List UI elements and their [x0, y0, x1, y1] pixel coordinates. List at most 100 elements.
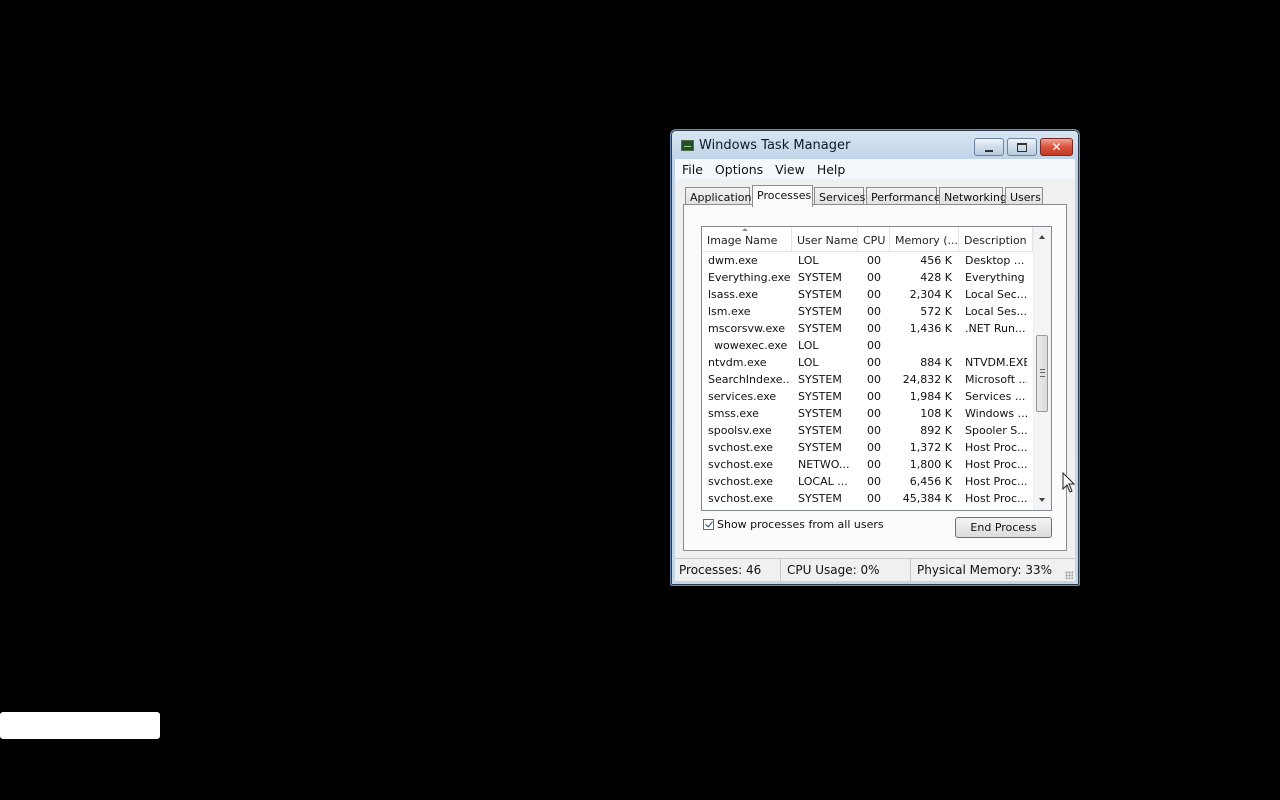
- process-user-name: SYSTEM: [798, 424, 842, 437]
- grip-icon: [1040, 369, 1045, 377]
- process-memory: 456 K: [920, 254, 952, 267]
- tab-performance[interactable]: Performance: [866, 187, 941, 205]
- process-cpu: 00: [867, 407, 881, 420]
- column-image-name[interactable]: Image Name: [702, 227, 792, 251]
- process-row[interactable]: svchost.exe SYSTEM 00 1,372 K Host Proc...: [702, 439, 1034, 456]
- process-cpu: 00: [867, 390, 881, 403]
- process-image-name: svchost.exe: [708, 458, 774, 471]
- process-row[interactable]: svchost.exe SYSTEM 00 45,384 K Host Proc...: [702, 490, 1034, 507]
- process-memory: 572 K: [920, 305, 952, 318]
- process-row[interactable]: smss.exe SYSTEM 00 108 K Windows ...: [702, 405, 1034, 422]
- minimize-icon: [985, 148, 993, 152]
- show-all-users-checkbox[interactable]: [703, 519, 714, 530]
- process-cpu: 00: [867, 305, 881, 318]
- process-row[interactable]: ntvdm.exe LOL 00 884 K NTVDM.EXE: [702, 354, 1034, 371]
- process-user-name: SYSTEM: [798, 407, 842, 420]
- process-cpu: 00: [867, 254, 881, 267]
- process-memory: 45,384 K: [902, 492, 952, 505]
- process-user-name: LOL: [798, 254, 819, 267]
- process-memory: 428 K: [920, 271, 952, 284]
- column-memory[interactable]: Memory (...: [890, 227, 959, 251]
- process-cpu: 00: [867, 271, 881, 284]
- process-description: Host Proc...: [965, 458, 1027, 471]
- process-user-name: LOCAL ...: [798, 475, 848, 488]
- task-manager-window: Windows Task Manager ✕ File Options View…: [670, 129, 1080, 586]
- column-description[interactable]: Description: [959, 227, 1033, 251]
- process-image-name: svchost.exe: [708, 492, 774, 505]
- process-row[interactable]: Everything.exe SYSTEM 00 428 K Everything: [702, 269, 1034, 286]
- process-description: .NET Run...: [965, 322, 1026, 335]
- column-user-name[interactable]: User Name: [792, 227, 858, 251]
- tab-applications[interactable]: Applications: [685, 187, 757, 205]
- process-memory: 1,372 K: [909, 441, 952, 454]
- scroll-up-arrow-icon[interactable]: [1039, 235, 1045, 239]
- tab-processes[interactable]: Processes: [752, 185, 813, 207]
- menu-help[interactable]: Help: [812, 162, 851, 177]
- process-description: Host Proc...: [965, 492, 1027, 505]
- vertical-scrollbar[interactable]: [1033, 227, 1051, 510]
- process-image-name: SearchIndexe...: [708, 373, 790, 386]
- process-description: Host Proc...: [965, 475, 1027, 488]
- resize-grip-icon[interactable]: [1065, 571, 1073, 579]
- menu-view[interactable]: View: [770, 162, 810, 177]
- process-row[interactable]: lsass.exe SYSTEM 00 2,304 K Local Sec...: [702, 286, 1034, 303]
- process-user-name: SYSTEM: [798, 492, 842, 505]
- process-image-name: smss.exe: [708, 407, 759, 420]
- process-user-name: LOL: [798, 339, 819, 352]
- process-cpu: 00: [867, 322, 881, 335]
- process-cpu: 00: [867, 441, 881, 454]
- status-cpu-usage: CPU Usage: 0%: [783, 559, 911, 581]
- tab-services[interactable]: Services: [814, 187, 865, 205]
- process-cpu: 00: [867, 339, 881, 352]
- show-all-users-label: Show processes from all users: [717, 518, 884, 531]
- process-image-name: services.exe: [708, 390, 777, 403]
- tab-users[interactable]: Users: [1005, 187, 1043, 205]
- process-description: Microsoft ...: [965, 373, 1027, 386]
- process-memory: 1,984 K: [909, 390, 952, 403]
- tab-networking[interactable]: Networking: [939, 187, 1007, 205]
- process-row[interactable]: svchost.exe LOCAL ... 00 6,456 K Host Proc..…: [702, 473, 1034, 490]
- menu-file[interactable]: File: [677, 162, 708, 177]
- process-image-name: lsm.exe: [708, 305, 751, 318]
- process-cpu: 00: [867, 492, 881, 505]
- scroll-thumb[interactable]: [1036, 335, 1048, 412]
- process-row[interactable]: dwm.exe LOL 00 456 K Desktop ...: [702, 252, 1034, 269]
- status-physical-memory: Physical Memory: 33%: [917, 563, 1053, 577]
- process-memory: 892 K: [920, 424, 952, 437]
- process-cpu: 00: [867, 356, 881, 369]
- process-memory: 2,304 K: [909, 288, 952, 301]
- process-row[interactable]: services.exe SYSTEM 00 1,984 K Services ...: [702, 388, 1034, 405]
- process-memory: 1,800 K: [909, 458, 952, 471]
- process-memory: 108 K: [920, 407, 952, 420]
- scroll-down-arrow-icon[interactable]: [1039, 498, 1045, 502]
- process-description: Windows ...: [965, 407, 1027, 420]
- column-cpu[interactable]: CPU: [858, 227, 890, 251]
- process-description: NTVDM.EXE: [965, 356, 1027, 369]
- process-cpu: 00: [867, 288, 881, 301]
- process-row[interactable]: wowexec.exe LOL 00: [702, 337, 1034, 354]
- process-user-name: LOL: [798, 356, 819, 369]
- process-row[interactable]: mscorsvw.exe SYSTEM 00 1,436 K .NET Run...: [702, 320, 1034, 337]
- maximize-button[interactable]: [1007, 138, 1037, 156]
- process-user-name: SYSTEM: [798, 441, 842, 454]
- process-cpu: 00: [867, 424, 881, 437]
- mouse-cursor-icon: [1062, 472, 1076, 493]
- process-description: Everything: [965, 271, 1025, 284]
- menu-options[interactable]: Options: [710, 162, 768, 177]
- process-image-name: svchost.exe: [708, 441, 774, 454]
- process-row[interactable]: spoolsv.exe SYSTEM 00 892 K Spooler S...: [702, 422, 1034, 439]
- process-row[interactable]: lsm.exe SYSTEM 00 572 K Local Ses...: [702, 303, 1034, 320]
- show-all-users-option[interactable]: Show processes from all users: [703, 518, 884, 531]
- status-processes: Processes: 46: [675, 559, 781, 581]
- process-memory: 6,456 K: [909, 475, 952, 488]
- process-description: Local Sec...: [965, 288, 1027, 301]
- title-bar[interactable]: Windows Task Manager ✕: [671, 130, 1079, 160]
- process-cpu: 00: [867, 458, 881, 471]
- minimize-button[interactable]: [974, 138, 1004, 156]
- close-button[interactable]: ✕: [1040, 138, 1073, 156]
- process-row[interactable]: svchost.exe NETWO... 00 1,800 K Host Proc...: [702, 456, 1034, 473]
- process-user-name: SYSTEM: [798, 322, 842, 335]
- process-list[interactable]: Image Name User Name CPU Memory (... Des…: [701, 226, 1052, 511]
- process-row[interactable]: SearchIndexe... SYSTEM 00 24,832 K Microsoft…: [702, 371, 1034, 388]
- end-process-button[interactable]: End Process: [955, 517, 1052, 538]
